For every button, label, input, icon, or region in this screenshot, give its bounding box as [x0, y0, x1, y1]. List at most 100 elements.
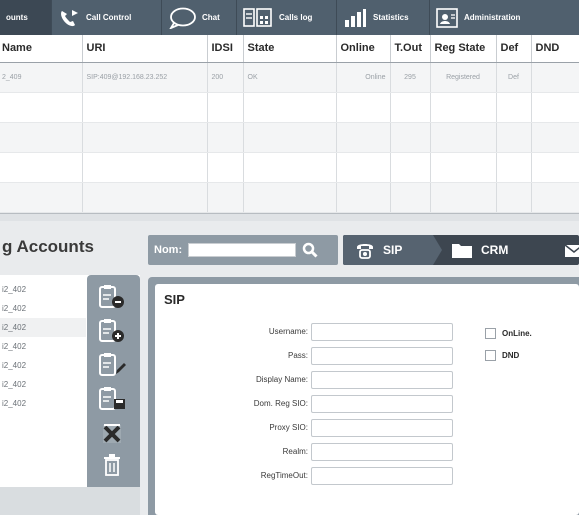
tab-calls-log-label: Calls log: [279, 13, 313, 22]
cell-reg-state: Registered: [430, 62, 497, 93]
accounts-list: i2_402 i2_402 i2_402 i2_402 i2_402 i2_40…: [0, 280, 86, 413]
crumb-sip-label: SIP: [383, 243, 403, 257]
tab-statistics[interactable]: Statistics: [337, 0, 430, 35]
crumb-sip[interactable]: SIP: [343, 235, 442, 265]
search-label: Nom:: [154, 244, 183, 256]
cell-name: 2_409: [0, 62, 83, 93]
tab-statistics-label: Statistics: [373, 13, 409, 22]
table-row[interactable]: 2_409 SIP:409@192.168.23.252 200 OK Onli…: [0, 62, 579, 93]
list-item[interactable]: i2_402: [0, 394, 86, 413]
breadcrumb: SIP CRM: [343, 235, 579, 265]
dnd-checkbox-box[interactable]: [485, 349, 496, 361]
search-icon[interactable]: [302, 242, 318, 258]
display-name-field[interactable]: [311, 371, 453, 389]
list-item[interactable]: i2_402: [0, 318, 86, 337]
envelope-icon[interactable]: [563, 240, 579, 265]
delete-account-button[interactable]: [95, 420, 129, 448]
online-checkbox[interactable]: OnLine.: [485, 326, 532, 340]
accounts-panel-title: g Accounts: [2, 237, 94, 256]
search-input[interactable]: [188, 243, 297, 257]
display-name-row: Display Name:: [155, 370, 455, 390]
tab-call-control[interactable]: Call Control: [52, 0, 162, 35]
tab-administration[interactable]: Administration: [430, 0, 579, 35]
sip-form-panel: SIP Username: Pass: Display Name: Dom. R…: [148, 277, 579, 515]
list-item[interactable]: i2_402: [0, 299, 86, 318]
x-delete-icon: [103, 424, 121, 443]
table-row[interactable]: [0, 152, 579, 183]
cell-state: OK: [243, 62, 337, 93]
trash-icon: [104, 454, 120, 476]
column-header-dnd[interactable]: DND: [531, 35, 579, 63]
column-header-tout[interactable]: T.Out: [390, 35, 431, 63]
column-header-reg-state[interactable]: Reg State: [430, 35, 497, 63]
cell-uri: SIP:409@192.168.23.252: [82, 62, 208, 93]
tab-chat[interactable]: Chat: [162, 0, 237, 35]
clipboard-save-icon: [99, 387, 125, 410]
admin-icon: [436, 7, 458, 28]
proxy-field[interactable]: [311, 419, 453, 437]
pass-field[interactable]: [311, 347, 453, 365]
crm-folder-icon: [451, 241, 473, 259]
clipboard-minus-icon: [99, 285, 124, 308]
reg-timeout-field[interactable]: [311, 467, 453, 485]
cell-online: Online: [336, 62, 391, 93]
realm-field[interactable]: [311, 443, 453, 461]
clipboard-plus-icon: [99, 319, 124, 342]
tab-accounts[interactable]: ounts: [0, 0, 52, 35]
dnd-checkbox-label: DND: [502, 350, 520, 360]
account-actions-bar: [87, 275, 140, 487]
reg-timeout-label: RegTimeOut:: [260, 471, 308, 480]
table-row[interactable]: [0, 182, 579, 213]
bar-chart-icon: [343, 8, 367, 28]
remove-account-button[interactable]: [95, 283, 129, 311]
column-header-name[interactable]: Name: [0, 35, 83, 63]
dnd-checkbox[interactable]: DND: [485, 348, 519, 362]
display-name-label: Display Name:: [255, 375, 308, 384]
call-control-icon: [58, 8, 80, 28]
reg-timeout-row: RegTimeOut:: [155, 466, 455, 486]
realm-row: Realm:: [155, 442, 455, 462]
table-row[interactable]: [0, 92, 579, 123]
tab-accounts-label: ounts: [6, 13, 28, 22]
column-header-def[interactable]: Def: [496, 35, 532, 63]
chat-bubble-icon: [168, 7, 196, 29]
online-checkbox-box[interactable]: [485, 327, 496, 339]
tab-administration-label: Administration: [464, 13, 521, 22]
clipboard-edit-icon: [99, 353, 126, 376]
cell-def: Def: [496, 62, 532, 93]
list-item[interactable]: i2_402: [0, 280, 86, 299]
realm-label: Realm:: [282, 447, 308, 456]
pass-row: Pass:: [155, 346, 455, 366]
username-label: Username:: [268, 327, 308, 336]
tab-calls-log[interactable]: Calls log: [237, 0, 337, 35]
list-item[interactable]: i2_402: [0, 356, 86, 375]
sip-form-title: SIP: [164, 292, 185, 307]
top-toolbar: ounts Call Control Chat Calls log Statis…: [0, 0, 579, 35]
proxy-row: Proxy SIO:: [155, 418, 455, 438]
accounts-panel-footer: [0, 487, 140, 515]
table-row[interactable]: [0, 122, 579, 153]
trash-button[interactable]: [95, 451, 129, 479]
panel-divider[interactable]: [0, 213, 579, 221]
dom-reg-field[interactable]: [311, 395, 453, 413]
add-account-button[interactable]: [95, 317, 129, 345]
column-header-uri[interactable]: URI: [82, 35, 208, 63]
proxy-label: Proxy SIO:: [269, 423, 308, 432]
column-header-idsi[interactable]: IDSI: [207, 35, 244, 63]
accounts-table-container: Name URI IDSI State Online T.Out Reg Sta…: [0, 35, 579, 213]
list-item[interactable]: i2_402: [0, 375, 86, 394]
edit-account-button[interactable]: [95, 351, 129, 379]
dom-reg-label: Dom. Reg SIO:: [253, 399, 308, 408]
username-field[interactable]: [311, 323, 453, 341]
column-header-online[interactable]: Online: [336, 35, 391, 63]
cell-dnd: [531, 62, 579, 93]
list-item[interactable]: i2_402: [0, 337, 86, 356]
tab-call-control-label: Call Control: [86, 13, 132, 22]
cell-idsi: 200: [207, 62, 244, 93]
column-header-state[interactable]: State: [243, 35, 337, 63]
save-account-button[interactable]: [95, 385, 129, 413]
table-header-row: Name URI IDSI State Online T.Out Reg Sta…: [0, 35, 579, 63]
name-search-box: Nom:: [148, 235, 338, 265]
nav-row: Nom: SIP CRM: [148, 235, 579, 265]
crumb-crm[interactable]: CRM: [433, 235, 516, 265]
